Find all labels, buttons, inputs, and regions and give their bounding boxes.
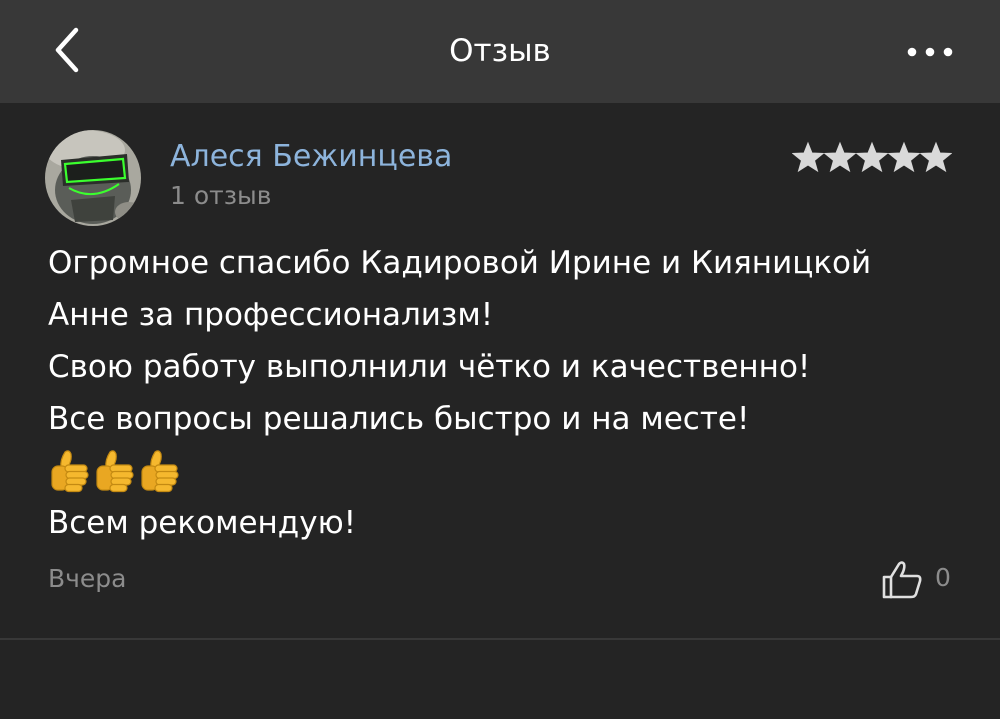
review-card: Алеся Бежинцева 1 отзыв Огромное спасибо… bbox=[0, 103, 1000, 639]
chevron-left-icon bbox=[55, 27, 79, 73]
author-name-link[interactable]: Алеся Бежинцева bbox=[170, 139, 452, 174]
star-icon bbox=[856, 141, 888, 173]
avatar[interactable] bbox=[45, 130, 141, 226]
review-text-line: Всем рекомендую! bbox=[48, 505, 357, 541]
rating-stars bbox=[792, 141, 952, 173]
review-text-line: Анне за профессионализм! bbox=[48, 297, 494, 333]
more-horizontal-icon bbox=[907, 47, 953, 57]
avatar-image bbox=[45, 130, 141, 226]
like-button[interactable]: 0 bbox=[880, 558, 960, 600]
divider bbox=[0, 638, 1000, 640]
page-title: Отзыв bbox=[449, 33, 551, 69]
star-icon bbox=[888, 141, 920, 173]
star-icon bbox=[792, 141, 824, 173]
star-icon bbox=[920, 141, 952, 173]
back-button[interactable] bbox=[40, 20, 90, 80]
star-icon bbox=[824, 141, 856, 173]
thumbs-up-emoji bbox=[51, 450, 89, 493]
review-text: Огромное спасибо Кадировой Ирине и Кияни… bbox=[48, 237, 958, 549]
thumbs-up-emoji-row bbox=[48, 445, 958, 497]
thumbs-up-emoji bbox=[141, 450, 179, 493]
review-text-line: Свою работу выполнили чётко и качественн… bbox=[48, 349, 811, 385]
review-text-line: Все вопросы решались быстро и на месте! bbox=[48, 401, 750, 437]
top-bar: Отзыв bbox=[0, 0, 1000, 103]
author-review-count: 1 отзыв bbox=[170, 181, 272, 210]
review-date: Вчера bbox=[48, 564, 127, 593]
like-count: 0 bbox=[935, 563, 951, 592]
review-text-line: Огромное спасибо Кадировой Ирине и Кияни… bbox=[48, 245, 872, 281]
thumbs-up-emoji bbox=[96, 450, 134, 493]
thumbs-up-outline-icon bbox=[882, 561, 922, 599]
more-button[interactable] bbox=[895, 32, 965, 72]
